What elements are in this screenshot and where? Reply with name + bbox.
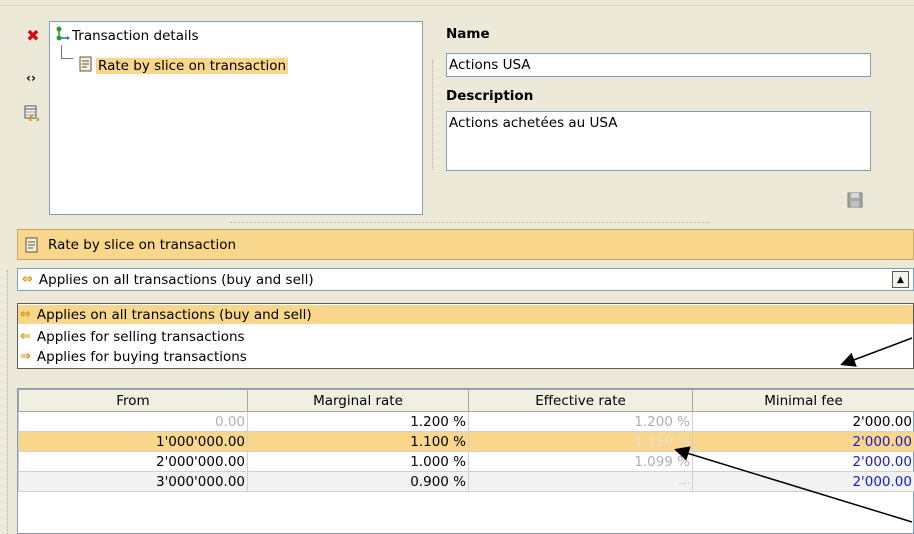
annotation-arrows (674, 337, 913, 523)
annotation-arrow-effective-rate (674, 446, 913, 523)
annotation-arrow-dropdown (840, 337, 913, 367)
